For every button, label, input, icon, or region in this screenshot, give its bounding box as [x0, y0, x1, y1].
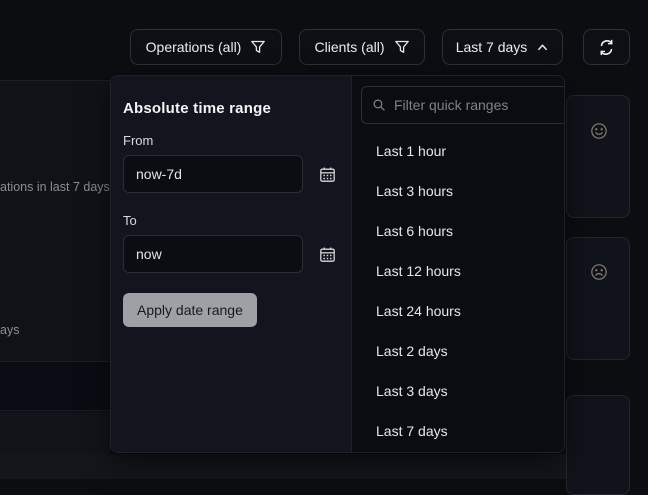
- quick-range-list: Last 1 hour Last 3 hours Last 6 hours La…: [361, 131, 565, 451]
- quick-range-item[interactable]: Last 3 hours: [361, 171, 565, 211]
- refresh-icon: [598, 39, 615, 56]
- absolute-time-range-section: Absolute time range From: [111, 76, 351, 452]
- background-row-band: [0, 361, 110, 411]
- operations-filter-button[interactable]: Operations (all): [130, 29, 282, 65]
- quick-range-item[interactable]: Last 1 hour: [361, 131, 565, 171]
- search-icon: [372, 98, 386, 112]
- quick-range-search[interactable]: [361, 86, 565, 124]
- refresh-button[interactable]: [583, 29, 630, 65]
- quick-range-item[interactable]: Last 24 hours: [361, 291, 565, 331]
- quick-range-item[interactable]: Last 12 hours: [361, 251, 565, 291]
- background-panel-left: [0, 81, 110, 361]
- background-bottom-row: [0, 454, 566, 479]
- to-input[interactable]: [123, 235, 303, 273]
- quick-range-filter-input[interactable]: [394, 97, 565, 113]
- background-partial-text-top: ations in last 7 days: [0, 180, 110, 194]
- to-calendar-button[interactable]: [315, 242, 339, 266]
- funnel-icon: [394, 39, 410, 55]
- clients-filter-label: Clients (all): [314, 39, 384, 55]
- time-picker-dropdown: Absolute time range From: [110, 75, 565, 453]
- quick-ranges-section: Last 1 hour Last 3 hours Last 6 hours La…: [351, 76, 565, 452]
- from-calendar-button[interactable]: [315, 162, 339, 186]
- funnel-icon: [250, 39, 266, 55]
- time-range-label: Last 7 days: [456, 39, 528, 55]
- from-input[interactable]: [123, 155, 303, 193]
- background-divider: [0, 80, 110, 81]
- frown-face-icon: [590, 263, 608, 281]
- quick-range-item[interactable]: Last 7 days: [361, 411, 565, 451]
- clients-filter-button[interactable]: Clients (all): [299, 29, 425, 65]
- to-label: To: [123, 213, 339, 228]
- quick-range-item[interactable]: Last 6 hours: [361, 211, 565, 251]
- background-card-bottom: [566, 395, 630, 495]
- smiley-face-icon: [590, 122, 608, 140]
- background-partial-text-bottom: ays: [0, 323, 19, 337]
- from-label: From: [123, 133, 339, 148]
- apply-date-range-button[interactable]: Apply date range: [123, 293, 257, 327]
- operations-filter-label: Operations (all): [146, 39, 242, 55]
- absolute-time-range-title: Absolute time range: [123, 100, 339, 117]
- quick-range-item[interactable]: Last 3 days: [361, 371, 565, 411]
- background-card-sad: [566, 237, 630, 360]
- calendar-icon: [319, 166, 336, 183]
- background-card-happy: [566, 95, 630, 218]
- quick-range-item[interactable]: Last 2 days: [361, 331, 565, 371]
- chevron-up-icon: [536, 41, 549, 54]
- calendar-icon: [319, 246, 336, 263]
- time-range-button[interactable]: Last 7 days: [442, 29, 563, 65]
